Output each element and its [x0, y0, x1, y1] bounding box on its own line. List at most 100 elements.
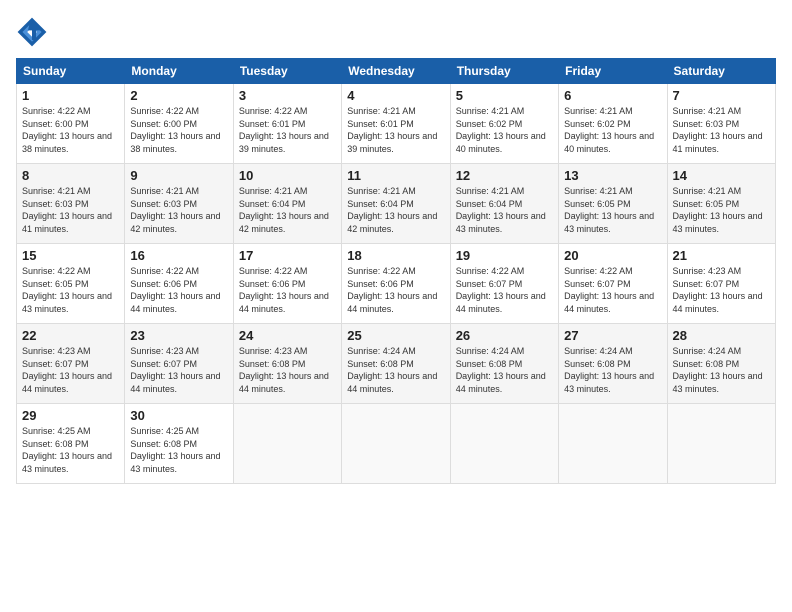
day-number: 19	[456, 248, 553, 263]
day-number: 16	[130, 248, 227, 263]
calendar-day-cell: 1 Sunrise: 4:22 AMSunset: 6:00 PMDayligh…	[17, 84, 125, 164]
calendar-day-cell: 15 Sunrise: 4:22 AMSunset: 6:05 PMDaylig…	[17, 244, 125, 324]
day-number: 10	[239, 168, 336, 183]
day-info: Sunrise: 4:22 AMSunset: 6:06 PMDaylight:…	[347, 266, 437, 314]
day-number: 20	[564, 248, 661, 263]
calendar-day-cell: 26 Sunrise: 4:24 AMSunset: 6:08 PMDaylig…	[450, 324, 558, 404]
calendar-day-cell: 24 Sunrise: 4:23 AMSunset: 6:08 PMDaylig…	[233, 324, 341, 404]
calendar-table: SundayMondayTuesdayWednesdayThursdayFrid…	[16, 58, 776, 484]
calendar-header-cell: Wednesday	[342, 59, 450, 84]
day-info: Sunrise: 4:21 AMSunset: 6:03 PMDaylight:…	[130, 186, 220, 234]
calendar-day-cell	[342, 404, 450, 484]
day-number: 5	[456, 88, 553, 103]
day-info: Sunrise: 4:21 AMSunset: 6:03 PMDaylight:…	[673, 106, 763, 154]
calendar-day-cell: 19 Sunrise: 4:22 AMSunset: 6:07 PMDaylig…	[450, 244, 558, 324]
day-info: Sunrise: 4:24 AMSunset: 6:08 PMDaylight:…	[456, 346, 546, 394]
calendar-day-cell: 18 Sunrise: 4:22 AMSunset: 6:06 PMDaylig…	[342, 244, 450, 324]
day-number: 13	[564, 168, 661, 183]
calendar-day-cell: 29 Sunrise: 4:25 AMSunset: 6:08 PMDaylig…	[17, 404, 125, 484]
calendar-header-cell: Tuesday	[233, 59, 341, 84]
day-number: 9	[130, 168, 227, 183]
calendar-day-cell	[450, 404, 558, 484]
day-number: 18	[347, 248, 444, 263]
day-number: 30	[130, 408, 227, 423]
day-number: 14	[673, 168, 770, 183]
calendar-week-row: 22 Sunrise: 4:23 AMSunset: 6:07 PMDaylig…	[17, 324, 776, 404]
day-number: 15	[22, 248, 119, 263]
day-number: 11	[347, 168, 444, 183]
day-info: Sunrise: 4:21 AMSunset: 6:02 PMDaylight:…	[564, 106, 654, 154]
day-info: Sunrise: 4:25 AMSunset: 6:08 PMDaylight:…	[130, 426, 220, 474]
day-number: 28	[673, 328, 770, 343]
day-number: 21	[673, 248, 770, 263]
calendar-day-cell: 2 Sunrise: 4:22 AMSunset: 6:00 PMDayligh…	[125, 84, 233, 164]
calendar-header-cell: Thursday	[450, 59, 558, 84]
day-number: 22	[22, 328, 119, 343]
day-number: 8	[22, 168, 119, 183]
day-number: 17	[239, 248, 336, 263]
page: SundayMondayTuesdayWednesdayThursdayFrid…	[0, 0, 792, 612]
day-info: Sunrise: 4:21 AMSunset: 6:02 PMDaylight:…	[456, 106, 546, 154]
calendar-day-cell: 6 Sunrise: 4:21 AMSunset: 6:02 PMDayligh…	[559, 84, 667, 164]
day-info: Sunrise: 4:21 AMSunset: 6:04 PMDaylight:…	[456, 186, 546, 234]
day-number: 24	[239, 328, 336, 343]
calendar-header-cell: Sunday	[17, 59, 125, 84]
day-info: Sunrise: 4:21 AMSunset: 6:05 PMDaylight:…	[673, 186, 763, 234]
day-number: 29	[22, 408, 119, 423]
day-number: 12	[456, 168, 553, 183]
calendar-day-cell: 16 Sunrise: 4:22 AMSunset: 6:06 PMDaylig…	[125, 244, 233, 324]
day-number: 7	[673, 88, 770, 103]
day-info: Sunrise: 4:23 AMSunset: 6:07 PMDaylight:…	[673, 266, 763, 314]
calendar-header-cell: Monday	[125, 59, 233, 84]
calendar-day-cell: 21 Sunrise: 4:23 AMSunset: 6:07 PMDaylig…	[667, 244, 775, 324]
calendar-day-cell: 23 Sunrise: 4:23 AMSunset: 6:07 PMDaylig…	[125, 324, 233, 404]
calendar-day-cell: 9 Sunrise: 4:21 AMSunset: 6:03 PMDayligh…	[125, 164, 233, 244]
day-info: Sunrise: 4:21 AMSunset: 6:04 PMDaylight:…	[239, 186, 329, 234]
calendar-week-row: 15 Sunrise: 4:22 AMSunset: 6:05 PMDaylig…	[17, 244, 776, 324]
calendar-body: 1 Sunrise: 4:22 AMSunset: 6:00 PMDayligh…	[17, 84, 776, 484]
calendar-day-cell: 5 Sunrise: 4:21 AMSunset: 6:02 PMDayligh…	[450, 84, 558, 164]
day-info: Sunrise: 4:24 AMSunset: 6:08 PMDaylight:…	[347, 346, 437, 394]
calendar-header-row: SundayMondayTuesdayWednesdayThursdayFrid…	[17, 59, 776, 84]
day-info: Sunrise: 4:21 AMSunset: 6:01 PMDaylight:…	[347, 106, 437, 154]
calendar-day-cell: 10 Sunrise: 4:21 AMSunset: 6:04 PMDaylig…	[233, 164, 341, 244]
calendar-day-cell: 13 Sunrise: 4:21 AMSunset: 6:05 PMDaylig…	[559, 164, 667, 244]
logo	[16, 16, 52, 48]
day-number: 25	[347, 328, 444, 343]
day-info: Sunrise: 4:24 AMSunset: 6:08 PMDaylight:…	[673, 346, 763, 394]
day-info: Sunrise: 4:23 AMSunset: 6:07 PMDaylight:…	[22, 346, 112, 394]
day-number: 26	[456, 328, 553, 343]
calendar-week-row: 8 Sunrise: 4:21 AMSunset: 6:03 PMDayligh…	[17, 164, 776, 244]
calendar-day-cell	[233, 404, 341, 484]
day-info: Sunrise: 4:24 AMSunset: 6:08 PMDaylight:…	[564, 346, 654, 394]
day-info: Sunrise: 4:25 AMSunset: 6:08 PMDaylight:…	[22, 426, 112, 474]
day-info: Sunrise: 4:21 AMSunset: 6:05 PMDaylight:…	[564, 186, 654, 234]
day-info: Sunrise: 4:22 AMSunset: 6:05 PMDaylight:…	[22, 266, 112, 314]
calendar-week-row: 29 Sunrise: 4:25 AMSunset: 6:08 PMDaylig…	[17, 404, 776, 484]
day-number: 6	[564, 88, 661, 103]
day-number: 1	[22, 88, 119, 103]
day-number: 3	[239, 88, 336, 103]
calendar-day-cell: 4 Sunrise: 4:21 AMSunset: 6:01 PMDayligh…	[342, 84, 450, 164]
calendar-week-row: 1 Sunrise: 4:22 AMSunset: 6:00 PMDayligh…	[17, 84, 776, 164]
day-info: Sunrise: 4:23 AMSunset: 6:08 PMDaylight:…	[239, 346, 329, 394]
calendar-day-cell: 11 Sunrise: 4:21 AMSunset: 6:04 PMDaylig…	[342, 164, 450, 244]
calendar-header-cell: Saturday	[667, 59, 775, 84]
day-number: 4	[347, 88, 444, 103]
calendar-day-cell: 22 Sunrise: 4:23 AMSunset: 6:07 PMDaylig…	[17, 324, 125, 404]
calendar-day-cell: 27 Sunrise: 4:24 AMSunset: 6:08 PMDaylig…	[559, 324, 667, 404]
day-number: 23	[130, 328, 227, 343]
day-info: Sunrise: 4:22 AMSunset: 6:06 PMDaylight:…	[130, 266, 220, 314]
calendar-day-cell: 30 Sunrise: 4:25 AMSunset: 6:08 PMDaylig…	[125, 404, 233, 484]
day-info: Sunrise: 4:22 AMSunset: 6:06 PMDaylight:…	[239, 266, 329, 314]
calendar-day-cell: 25 Sunrise: 4:24 AMSunset: 6:08 PMDaylig…	[342, 324, 450, 404]
header	[16, 16, 776, 48]
day-info: Sunrise: 4:22 AMSunset: 6:01 PMDaylight:…	[239, 106, 329, 154]
calendar-header-cell: Friday	[559, 59, 667, 84]
day-info: Sunrise: 4:22 AMSunset: 6:00 PMDaylight:…	[130, 106, 220, 154]
day-info: Sunrise: 4:22 AMSunset: 6:00 PMDaylight:…	[22, 106, 112, 154]
calendar-day-cell: 17 Sunrise: 4:22 AMSunset: 6:06 PMDaylig…	[233, 244, 341, 324]
calendar-day-cell: 20 Sunrise: 4:22 AMSunset: 6:07 PMDaylig…	[559, 244, 667, 324]
calendar-day-cell: 28 Sunrise: 4:24 AMSunset: 6:08 PMDaylig…	[667, 324, 775, 404]
day-info: Sunrise: 4:21 AMSunset: 6:03 PMDaylight:…	[22, 186, 112, 234]
